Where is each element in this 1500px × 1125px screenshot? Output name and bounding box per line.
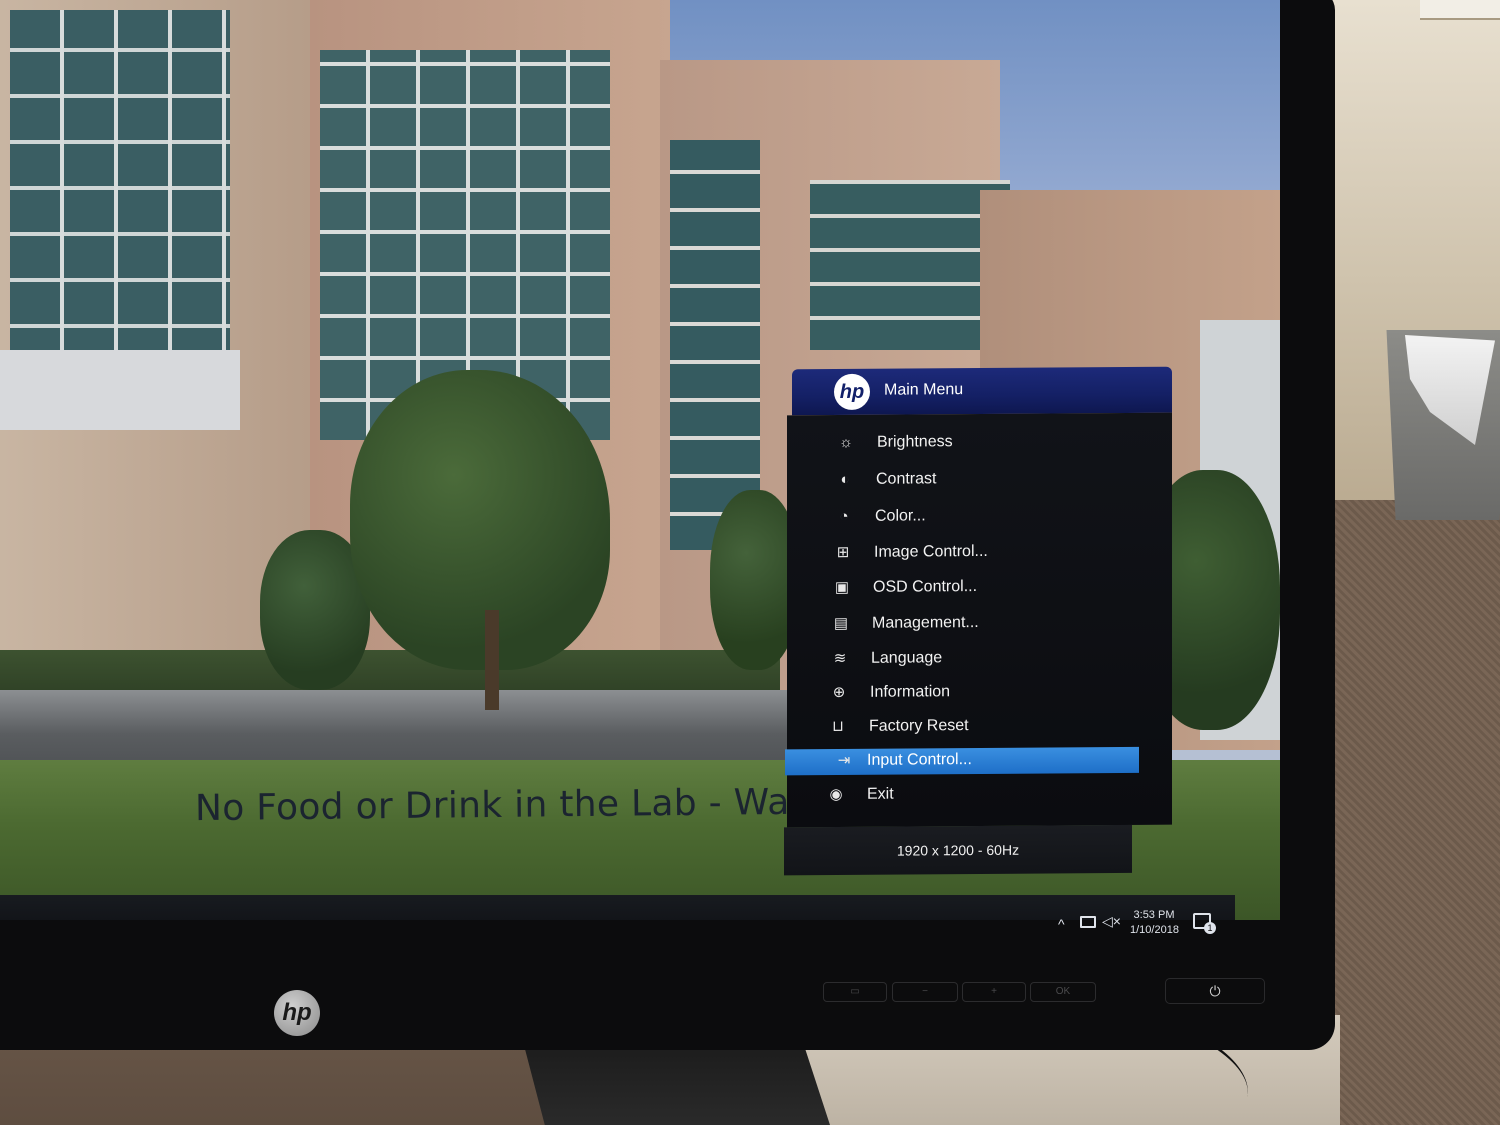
palette-icon: ◔ (839, 507, 849, 525)
power-button[interactable]: ⏻ (1165, 978, 1265, 1004)
osd-item-label: Exit (867, 785, 894, 803)
osd-control-icon: ▣ (834, 578, 850, 597)
osd-header: hp Main Menu (792, 366, 1172, 416)
clock-time: 3:53 PM (1133, 909, 1175, 921)
information-icon: ⊕ (832, 683, 846, 702)
osd-item-osd-control[interactable]: ▣ OSD Control... (783, 574, 1168, 603)
menu-button[interactable]: ▭ (823, 982, 887, 1002)
osd-item-brightness[interactable]: ☼ Brightness (787, 429, 1172, 458)
osd-item-language[interactable]: ≋ Language (781, 645, 1166, 674)
osd-item-exit[interactable]: ◉ Exit (777, 781, 1162, 810)
osd-item-factory-reset[interactable]: ⊔ Factory Reset (779, 713, 1164, 742)
osd-item-input-control[interactable]: ⇥ Input Control... (785, 746, 1139, 776)
osd-title: Main Menu (884, 381, 964, 399)
osd-item-label: Information (870, 683, 951, 701)
language-icon: ≋ (833, 649, 847, 668)
hp-logo: hp (274, 990, 320, 1036)
building-windows-grid (10, 10, 230, 370)
hp-logo: hp (834, 373, 870, 411)
osd-item-label: Factory Reset (869, 717, 969, 735)
osd-item-label: Image Control... (874, 542, 988, 561)
network-icon[interactable] (1080, 916, 1096, 928)
osd-item-label: Color... (875, 507, 926, 525)
input-control-icon: ⇥ (837, 751, 851, 769)
building-windows (670, 140, 760, 550)
osd-body: ☼ Brightness ◐ Contrast ◔ Color... ⊞ Ima… (784, 412, 1172, 828)
clock[interactable]: 3:53 PM 1/10/2018 (1130, 908, 1179, 938)
osd-main-menu: hp Main Menu ☼ Brightness ◐ Contrast ◔ C… (784, 366, 1172, 876)
minus-button[interactable]: − (892, 982, 958, 1002)
osd-item-management[interactable]: ▤ Management... (782, 610, 1167, 639)
factory-reset-icon: ⊔ (832, 717, 844, 736)
exit-icon: ◉ (829, 785, 843, 804)
wallpaper-text: No Food or Drink in the Lab - Wa (194, 781, 790, 830)
plus-button[interactable]: + (962, 982, 1026, 1002)
tree-trunk (485, 610, 499, 710)
osd-item-label: Language (871, 649, 943, 667)
osd-item-label: Management... (872, 614, 979, 632)
osd-item-label: Brightness (877, 433, 953, 451)
building-balcony (0, 350, 240, 430)
sun-icon: ☼ (839, 433, 853, 451)
notification-badge: 1 (1204, 922, 1216, 934)
chevron-up-icon[interactable]: ^ (1058, 916, 1065, 932)
osd-item-image-control[interactable]: ⊞ Image Control... (784, 539, 1169, 568)
osd-item-label: OSD Control... (873, 578, 978, 596)
contrast-icon: ◐ (840, 470, 850, 488)
clock-date: 1/10/2018 (1130, 924, 1179, 936)
osd-item-color[interactable]: ◔ Color... (785, 503, 1170, 532)
taskbar (0, 895, 1235, 920)
volume-muted-icon[interactable]: ◁× (1102, 913, 1121, 930)
osd-item-information[interactable]: ⊕ Information (780, 679, 1165, 708)
osd-item-label: Input Control... (867, 751, 972, 769)
tree (350, 370, 610, 670)
image-control-icon: ⊞ (836, 543, 850, 561)
ok-button[interactable]: OK (1030, 982, 1096, 1002)
ceiling-tile (1420, 0, 1500, 20)
osd-item-label: Contrast (876, 470, 937, 488)
osd-status: 1920 x 1200 - 60Hz (784, 824, 1132, 876)
osd-item-contrast[interactable]: ◐ Contrast (786, 466, 1171, 495)
management-icon: ▤ (833, 614, 849, 633)
